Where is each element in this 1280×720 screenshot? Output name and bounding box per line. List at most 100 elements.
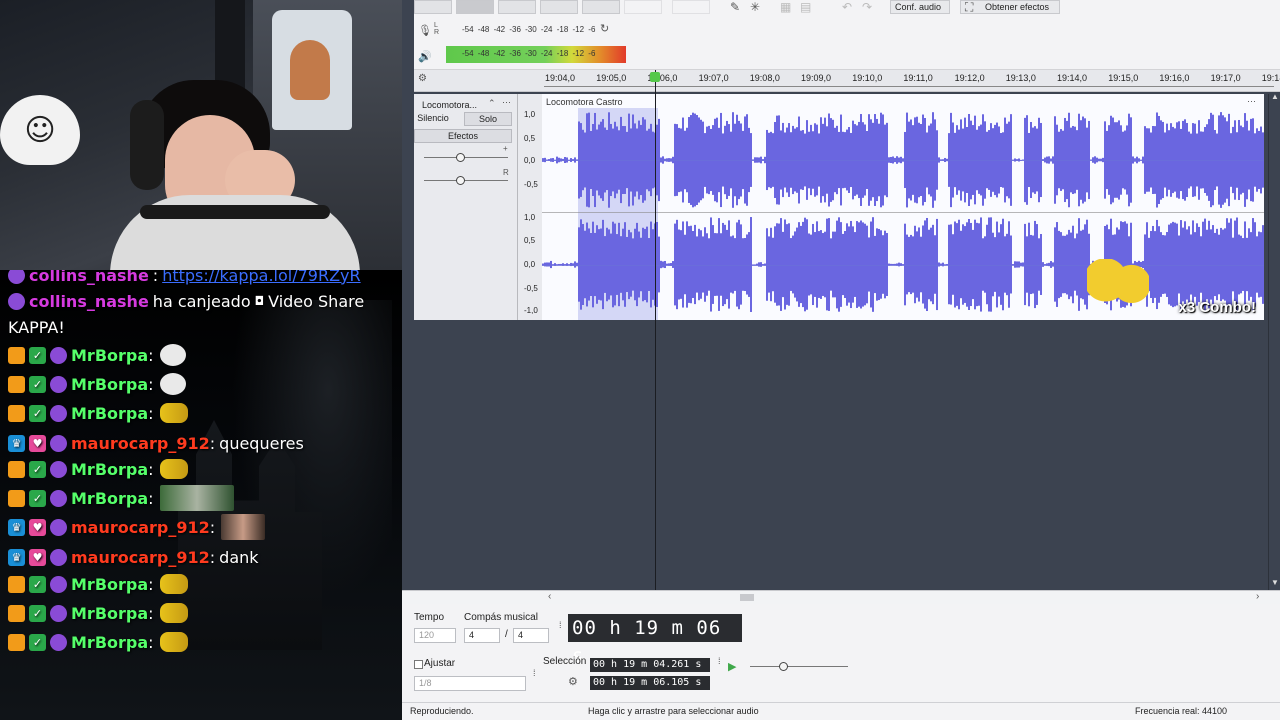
track-control-panel: Locomotora... ⌃ ⋯ Silencio Solo Efectos … — [414, 94, 518, 320]
scroll-up-icon[interactable]: ▲ — [1271, 92, 1279, 101]
redo-icon[interactable]: ↷ — [862, 0, 872, 14]
chat-overlay: collins_nashe : https://kappa.lol/79RZyR… — [0, 270, 402, 720]
trollface-emote — [159, 373, 186, 395]
silence-icon[interactable]: ▤ — [800, 0, 811, 14]
track-menu-icon[interactable]: ⋯ — [502, 97, 511, 108]
ruler-tick-label: 19:15,0 — [1108, 73, 1139, 83]
scale-label: 0,0 — [524, 156, 536, 165]
scroll-down-icon[interactable]: ▼ — [1271, 578, 1279, 587]
toolbar-button[interactable] — [540, 0, 578, 14]
prime-badge-icon — [50, 548, 67, 566]
multi-tool-icon[interactable]: ✳ — [750, 0, 760, 14]
pan-slider-knob[interactable] — [456, 176, 465, 185]
chat-text: ha canjeado — [152, 291, 251, 311]
scroll-right-icon[interactable]: › — [1256, 591, 1259, 602]
play-at-speed-icon[interactable]: ▶ — [728, 660, 736, 673]
gain-slider-knob[interactable] — [456, 153, 465, 162]
audio-setup-label: Conf. audio — [895, 2, 942, 12]
speaker-icon[interactable]: 🔊 — [418, 50, 432, 63]
trim-icon[interactable]: ▦ — [780, 0, 791, 14]
face-emote — [221, 514, 266, 540]
speed-slider-knob[interactable] — [779, 662, 788, 671]
vip-badge-icon: ✓ — [29, 604, 46, 622]
chat-username: collins_nashe — [29, 291, 149, 311]
toolbar-button[interactable] — [582, 0, 620, 14]
solo-button[interactable]: Solo — [464, 112, 512, 126]
scale-label: -0,5 — [524, 180, 538, 189]
scale-label: 1,0 — [524, 213, 536, 222]
reward-icon: ◘ — [254, 294, 265, 308]
empty-track-area[interactable] — [402, 320, 1268, 590]
prime-badge-icon — [50, 633, 67, 651]
scroll-left-icon[interactable]: ‹ — [548, 591, 551, 602]
pan-slider-track[interactable] — [424, 180, 508, 181]
playhead-marker[interactable] — [650, 72, 660, 82]
heart-badge-icon: ♥ — [29, 548, 46, 566]
snap-select[interactable]: 1/8 — [414, 676, 526, 691]
toolbar-button[interactable] — [672, 0, 710, 14]
gear-icon[interactable]: ⚙ — [418, 73, 427, 84]
vertical-scrollbar[interactable]: ▲ ▼ — [1268, 92, 1280, 590]
chat-username: MrBorpa — [71, 403, 149, 423]
waveform-clip[interactable]: Locomotora Castro ⋯ x3 Combo! — [542, 94, 1264, 320]
waveform[interactable] — [542, 94, 1264, 320]
snap-label: Ajustar — [424, 658, 456, 669]
snap-checkbox[interactable] — [414, 660, 423, 669]
status-right: Frecuencia real: 44100 — [1135, 706, 1228, 716]
chat-username: MrBorpa — [71, 374, 149, 394]
playhead[interactable] — [655, 70, 656, 590]
undo-icon[interactable]: ↶ — [842, 0, 852, 14]
status-bar: Reproduciendo. Haga clic y arrastre para… — [402, 702, 1280, 720]
timeline-ruler[interactable]: ⚙ 19:04,0 19:05,0 19:06,0 19:07,0 19:08,0 19:… — [414, 70, 1280, 92]
status-left: Reproduciendo. — [410, 706, 474, 716]
prime-badge-icon — [50, 518, 67, 536]
scale-label: 0,0 — [524, 260, 536, 269]
drag-handle-icon[interactable]: ⁞ — [533, 668, 536, 678]
drag-handle-icon[interactable]: ⁞ — [559, 620, 562, 630]
pencil-icon[interactable]: ✎ — [730, 0, 740, 14]
time-signature-numerator[interactable]: 4 — [464, 628, 500, 643]
vip-badge-icon: ✓ — [29, 346, 46, 364]
scale-label: 0,5 — [524, 236, 536, 245]
meter-toolbar: 🎙 LR -54 -48 -42 -36 -30 -24 -18 -12 -6 … — [414, 16, 1280, 70]
time-signature-label: Compás musical — [464, 612, 538, 623]
get-effects-button[interactable]: ⛶ Obtener efectos — [960, 0, 1060, 14]
time-signature-denominator[interactable]: 4 — [513, 628, 549, 643]
effects-button[interactable]: Efectos — [414, 129, 512, 143]
get-effects-label: Obtener efectos — [985, 2, 1050, 12]
chevron-up-icon[interactable]: ⌃ — [488, 98, 496, 109]
toolbar-button[interactable] — [414, 0, 452, 14]
settings-icon[interactable]: ⚙ — [568, 675, 578, 688]
ruler-tick-label: 19:04,0 — [545, 73, 576, 83]
track-name[interactable]: Locomotora... — [422, 100, 477, 110]
minion-emote — [159, 603, 188, 623]
tempo-input[interactable]: 120 — [414, 628, 456, 643]
scale-label: 1,0 — [524, 110, 536, 119]
refresh-icon[interactable]: ↻ — [600, 22, 609, 35]
ruler-tick-label: 19:12,0 — [954, 73, 985, 83]
minion-emote — [159, 574, 188, 594]
toolbar-button[interactable] — [624, 0, 662, 14]
chat-colon: : — [209, 517, 216, 537]
mute-button[interactable]: Silencio — [414, 112, 452, 126]
shirt-stripe — [140, 205, 330, 219]
time-display[interactable]: 00 h 19 m 06 s — [568, 614, 742, 667]
minion-animation — [1087, 259, 1149, 311]
toolbar-button[interactable] — [498, 0, 536, 14]
frog-emote — [159, 485, 234, 511]
bits-badge-icon — [8, 489, 25, 507]
microphone-icon[interactable]: 🎙 — [418, 24, 432, 37]
horizontal-scrollbar[interactable]: ‹ › — [402, 590, 1280, 604]
selection-start[interactable]: 00 h 19 m 04.261 s — [590, 658, 710, 672]
toolbar-button[interactable] — [456, 0, 494, 14]
chat-link[interactable]: https://kappa.lol/79RZyR — [162, 270, 360, 285]
speed-slider-track[interactable] — [750, 666, 848, 667]
drag-handle-icon[interactable]: ⁞ — [718, 656, 721, 666]
ruler-tick-label: 19:11,0 — [903, 73, 933, 83]
chat-message: ✓ MrBorpa : — [8, 456, 188, 482]
scroll-thumb[interactable] — [740, 594, 754, 601]
webcam-feed: ☺ — [0, 0, 413, 270]
audio-setup-button[interactable]: Conf. audio — [890, 0, 950, 14]
gain-slider-track[interactable] — [424, 157, 508, 158]
selection-end[interactable]: 00 h 19 m 06.105 s — [590, 676, 710, 690]
